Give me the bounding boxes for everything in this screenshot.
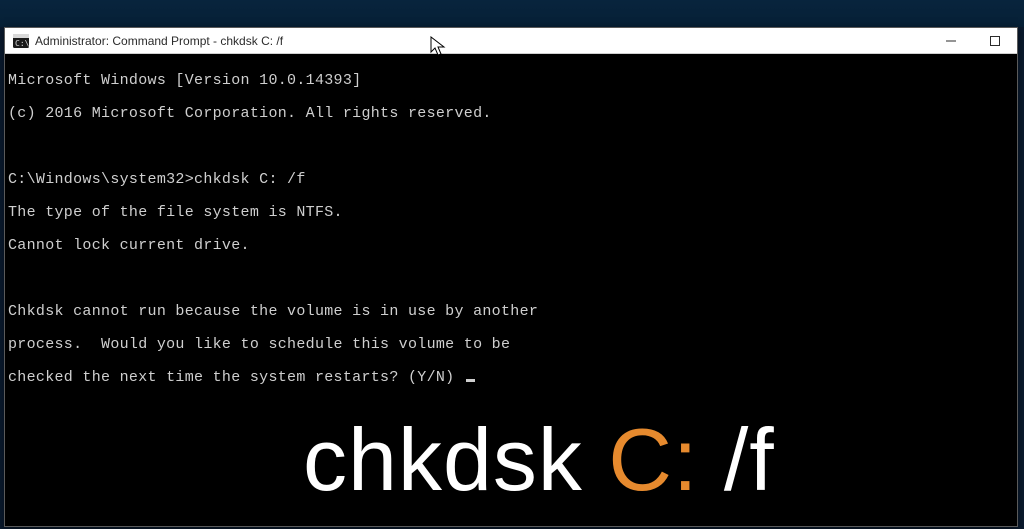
hero-text-part2: C: [608,410,698,509]
desktop-background-strip [0,0,1024,27]
console-line: Chkdsk cannot run because the volume is … [8,304,1014,321]
console-line: Cannot lock current drive. [8,238,1014,255]
console-line: The type of the file system is NTFS. [8,205,1014,222]
command-prompt-window: C:\ Administrator: Command Prompt - chkd… [4,27,1018,527]
maximize-button[interactable] [973,28,1017,54]
window-title: Administrator: Command Prompt - chkdsk C… [35,34,283,48]
hero-text-part1: chkdsk [303,410,608,509]
console-line: (c) 2016 Microsoft Corporation. All righ… [8,106,1014,123]
text-cursor [466,379,475,382]
hero-overlay: chkdsk C: /f [5,436,1017,513]
console-blank-line [8,139,1014,156]
maximize-icon [990,36,1000,46]
console-line: C:\Windows\system32>chkdsk C: /f [8,172,1014,189]
minimize-button[interactable] [929,28,973,54]
console-line: Microsoft Windows [Version 10.0.14393] [8,73,1014,90]
console-output[interactable]: Microsoft Windows [Version 10.0.14393] (… [5,54,1017,526]
hero-text-part3: /f [698,410,774,509]
svg-text:C:\: C:\ [15,39,29,48]
console-line: process. Would you like to schedule this… [8,337,1014,354]
minimize-icon [946,36,956,46]
window-titlebar[interactable]: C:\ Administrator: Command Prompt - chkd… [5,28,1017,54]
console-prompt-text: checked the next time the system restart… [8,369,464,386]
cmd-icon: C:\ [13,33,29,49]
console-prompt-line: checked the next time the system restart… [8,370,1014,387]
console-blank-line [8,271,1014,288]
